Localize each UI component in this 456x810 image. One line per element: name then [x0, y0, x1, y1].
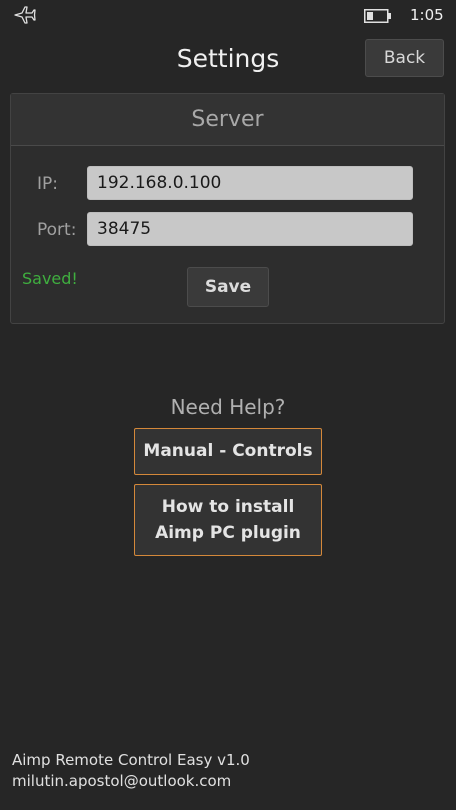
saved-status: Saved! [22, 269, 78, 288]
ip-label: IP: [37, 174, 58, 194]
contact-email: milutin.apostol@outlook.com [12, 772, 232, 790]
manual-controls-button[interactable]: Manual - Controls [134, 428, 322, 475]
save-button[interactable]: Save [187, 267, 269, 307]
install-plugin-button[interactable]: How to install Aimp PC plugin [134, 484, 322, 556]
back-button[interactable]: Back [365, 39, 444, 77]
status-bar: 1:05 [0, 0, 456, 32]
port-label: Port: [37, 220, 77, 240]
footer: Aimp Remote Control Easy v1.0 milutin.ap… [12, 750, 250, 792]
battery-icon [364, 9, 391, 23]
port-input[interactable]: 38475 [87, 212, 413, 246]
install-plugin-line1: How to install [161, 497, 295, 517]
install-plugin-line2: Aimp PC plugin [155, 523, 301, 543]
airplane-icon [14, 6, 36, 24]
server-panel-title: Server [11, 94, 444, 146]
app-version: Aimp Remote Control Easy v1.0 [12, 751, 250, 769]
clock: 1:05 [410, 6, 444, 24]
help-title: Need Help? [170, 395, 286, 419]
server-panel: Server IP: 192.168.0.100 Port: 38475 Sav… [10, 93, 445, 324]
ip-input[interactable]: 192.168.0.100 [87, 166, 413, 200]
